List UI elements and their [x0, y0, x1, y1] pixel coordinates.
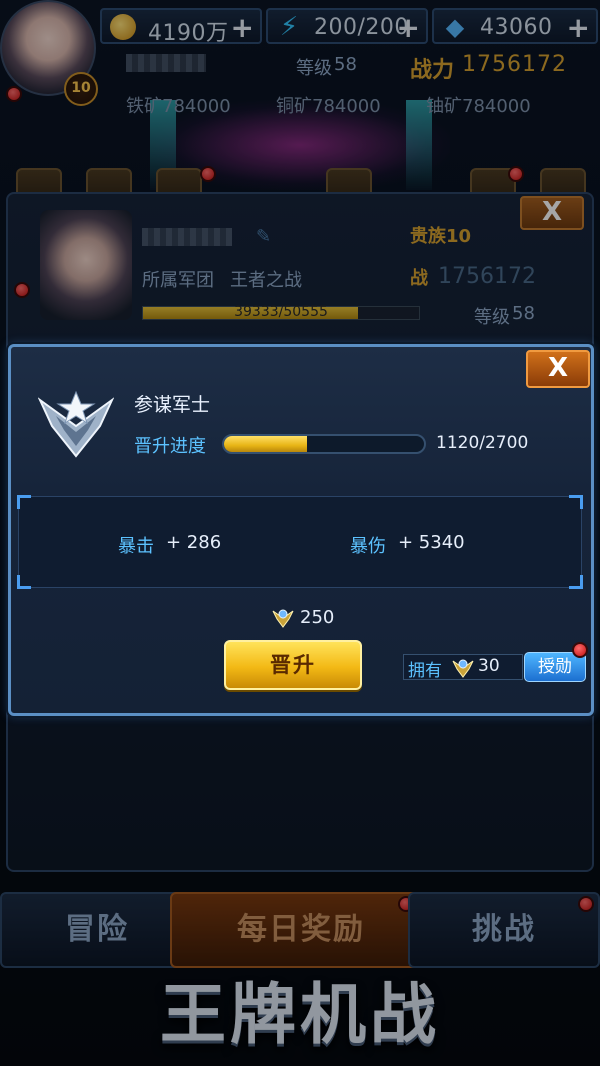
notification-dot: [572, 642, 588, 658]
crit-label: 暴击: [118, 536, 154, 557]
box-corner: [569, 495, 583, 509]
owned-label: 拥有: [408, 661, 442, 681]
progress-value: 1120/2700: [436, 433, 529, 453]
award-medal-label: 授勋: [538, 657, 572, 677]
promote-button-label: 晋升: [270, 653, 316, 677]
owned-medals-value: 30: [478, 656, 500, 676]
medal-icon: [452, 659, 474, 678]
box-corner: [569, 575, 583, 589]
box-corner: [17, 575, 31, 589]
box-corner: [17, 495, 31, 509]
rank-name: 参谋军士: [134, 394, 211, 416]
rank-insignia-icon: [38, 390, 114, 458]
promotion-progress-bar: [222, 434, 426, 454]
promotion-close-button[interactable]: X: [526, 350, 590, 388]
promotion-progress-fill: [224, 436, 307, 452]
crit-damage-value: + 5340: [398, 532, 465, 553]
promote-button[interactable]: 晋升: [224, 640, 362, 690]
promotion-cost: 250: [300, 607, 335, 628]
progress-label: 晋升进度: [134, 436, 206, 457]
close-icon: X: [547, 353, 569, 383]
crit-damage-label: 暴伤: [350, 536, 386, 557]
stat-bonus-box: [17, 495, 583, 589]
crit-value: + 286: [166, 532, 222, 553]
medal-icon: [272, 609, 294, 628]
